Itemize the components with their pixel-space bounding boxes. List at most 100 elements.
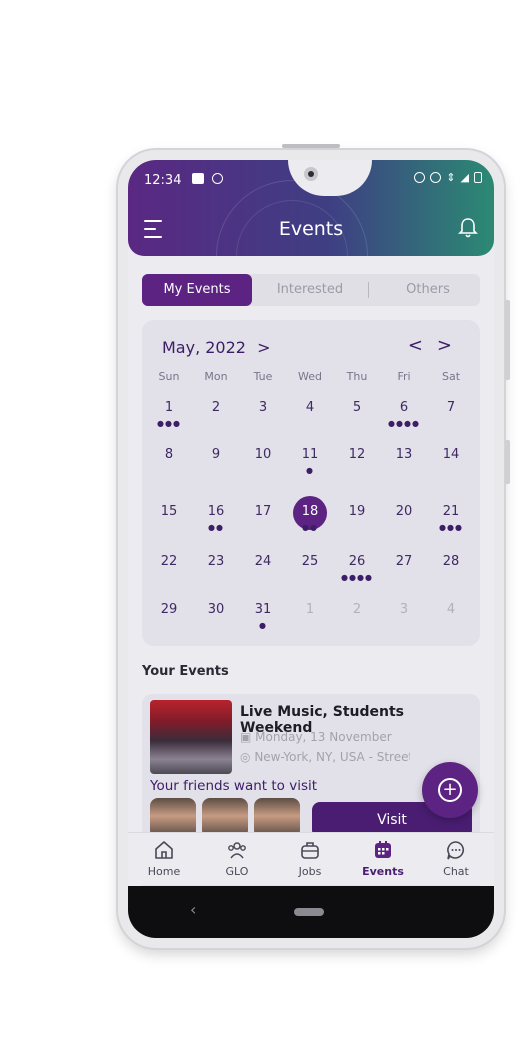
home-pill[interactable] (294, 908, 324, 916)
add-event-button[interactable]: + (422, 762, 478, 818)
event-dots: ●●● (157, 419, 181, 428)
calendar-day[interactable]: 19 (334, 504, 380, 519)
gallery-notification-icon (192, 173, 204, 184)
calendar-day[interactable]: 30 (193, 602, 239, 617)
event-dots: ● (306, 466, 314, 475)
calendar-day[interactable]: 15 (146, 504, 192, 519)
prev-month-icon[interactable]: < (408, 335, 437, 356)
nav-events[interactable]: Events (353, 839, 413, 878)
event-dots: ●●●● (341, 573, 373, 582)
nav-label: Chat (443, 865, 469, 878)
event-date: Monday, 13 November (255, 730, 392, 744)
nav-home[interactable]: Home (134, 839, 194, 878)
calendar-day[interactable]: 26 (334, 554, 380, 569)
chat-icon (447, 841, 465, 860)
calendar: May, 2022 > <> Sun Mon Tue Wed Thu Fri S… (142, 320, 480, 646)
calendar-day[interactable]: 4 (287, 400, 333, 415)
calendar-day[interactable]: 27 (381, 554, 427, 569)
nav-label: Jobs (298, 865, 322, 878)
calendar-day[interactable]: 16 (193, 504, 239, 519)
power-button (505, 440, 510, 484)
event-dots: ●● (208, 523, 224, 532)
weekday-label: Sun (158, 370, 180, 383)
month-chevron-icon: > (257, 338, 271, 357)
calendar-day[interactable]: 12 (334, 447, 380, 462)
calendar-day[interactable]: 17 (240, 504, 286, 519)
plus-icon: + (438, 778, 462, 802)
page-title: Events (278, 218, 344, 240)
calendar-day[interactable]: 8 (146, 447, 192, 462)
nav-jobs[interactable]: Jobs (280, 839, 340, 878)
home-icon (155, 841, 173, 859)
group-icon (228, 842, 246, 859)
volume-button (505, 300, 510, 380)
calendar-day[interactable]: 23 (193, 554, 239, 569)
calendar-day[interactable]: 6 (381, 400, 427, 415)
front-camera (304, 167, 318, 181)
nav-chat[interactable]: Chat (426, 839, 486, 878)
calendar-day[interactable]: 10 (240, 447, 286, 462)
sync-notification-icon (212, 173, 223, 184)
calendar-day[interactable]: 1 (287, 602, 333, 617)
weekday-label: Wed (298, 370, 322, 383)
bottom-nav: Home GLO Jobs Events Chat (128, 832, 494, 885)
nav-label: Home (147, 865, 181, 878)
calendar-day[interactable]: 18 (287, 504, 333, 519)
calendar-day[interactable]: 29 (146, 602, 192, 617)
nav-glo[interactable]: GLO (207, 839, 267, 878)
calendar-day[interactable]: 3 (240, 400, 286, 415)
calendar-day[interactable]: 11 (287, 447, 333, 462)
back-icon[interactable]: ‹ (190, 900, 196, 919)
event-dots: ●●● (439, 523, 463, 532)
month-label: May, 2022 (162, 338, 246, 357)
next-month-icon[interactable]: > (437, 335, 466, 356)
weekday-label: Thu (346, 370, 368, 383)
friends-label: Your friends want to visit (150, 778, 318, 794)
calendar-day[interactable]: 22 (146, 554, 192, 569)
event-dots: ●● (302, 523, 318, 532)
dnd-icon (430, 172, 442, 183)
earpiece (282, 144, 340, 148)
briefcase-icon (301, 842, 319, 859)
app-screen: 12:34 ⇕ ◢ Events My Events Interested Ot… (128, 160, 494, 938)
calendar-day[interactable]: 3 (381, 602, 427, 617)
tab-my-events[interactable]: My Events (142, 274, 252, 306)
event-date-row: ▣ Monday, 13 November (240, 730, 392, 744)
weekday-label: Sat (441, 370, 461, 383)
event-dots: ●●●● (388, 419, 420, 428)
calendar-day[interactable]: 1 (146, 400, 192, 415)
tab-interested[interactable]: Interested (260, 274, 360, 306)
month-selector[interactable]: May, 2022 > (162, 338, 270, 357)
calendar-day[interactable]: 25 (287, 554, 333, 569)
calendar-day[interactable]: 13 (381, 447, 427, 462)
calendar-day[interactable]: 2 (193, 400, 239, 415)
wifi-icon: ⇕ (446, 171, 456, 184)
calendar-day[interactable]: 9 (193, 447, 239, 462)
hotspot-icon (414, 172, 426, 183)
calendar-day[interactable]: 5 (334, 400, 380, 415)
event-location-row: ◎ New-York, NY, USA - Street F (240, 750, 410, 764)
calendar-day[interactable]: 20 (381, 504, 427, 519)
calendar-day[interactable]: 24 (240, 554, 286, 569)
status-time: 12:34 (144, 173, 182, 188)
event-location: New-York, NY, USA - Street F (254, 750, 410, 764)
event-tabs: My Events Interested Others (142, 274, 480, 306)
weekday-label: Fri (397, 370, 411, 383)
system-nav-bar: ‹ (128, 886, 494, 938)
calendar-day[interactable]: 4 (428, 602, 474, 617)
calendar-day[interactable]: 31 (240, 602, 286, 617)
event-dots: ● (259, 621, 267, 630)
phone-frame: 12:34 ⇕ ◢ Events My Events Interested Ot… (118, 144, 510, 948)
calendar-day[interactable]: 7 (428, 400, 474, 415)
location-pin-icon: ◎ (240, 750, 251, 764)
nav-label: GLO (225, 865, 249, 878)
calendar-day[interactable]: 21 (428, 504, 474, 519)
weekday-label: Tue (253, 370, 273, 383)
tab-divider (368, 282, 369, 298)
status-icons: ⇕ ◢ (414, 172, 482, 183)
bell-icon[interactable] (458, 217, 478, 239)
calendar-day[interactable]: 28 (428, 554, 474, 569)
calendar-day[interactable]: 14 (428, 447, 474, 462)
calendar-day[interactable]: 2 (334, 602, 380, 617)
tab-others[interactable]: Others (378, 274, 478, 306)
